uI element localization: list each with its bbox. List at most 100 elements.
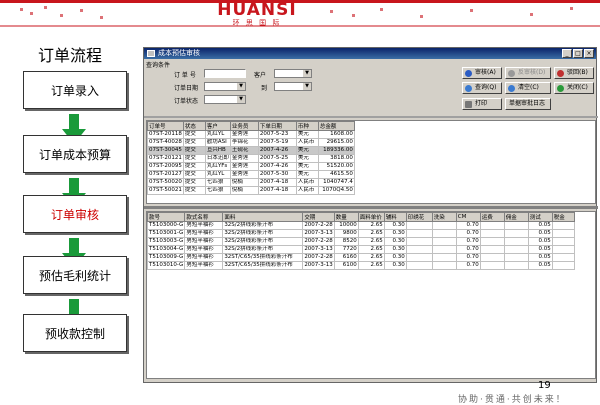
flow-step-gross-profit-estimate: 预估毛利统计 [23,256,127,294]
order-status-select[interactable]: ▼ [204,95,246,104]
table-row[interactable]: 07ST-30045 提交 亘兴HB 王砚花 2007-4-26 美元 189336.00 [147,146,355,155]
table-cell: 0.05 [527,245,553,254]
column-header[interactable]: 面料单价 [357,212,385,222]
table-row[interactable]: 07ST-20095 提交 丸红YFs 金秀莲 2007-4-26 美元 51520.00 [147,162,355,171]
reject-button[interactable]: 驳回(B) [554,67,594,79]
cost-estimate-review-window: 成本预估审核 _ □ × 查询条件 订 单 号 客户 ▼ 订单日期 ▼ 到 ▼ … [143,47,598,383]
flow-step-order-cost-budget: 订单成本预算 [23,135,127,173]
table-cell: 7720 [333,245,359,254]
column-header[interactable]: 辅料 [383,212,407,222]
table-cell: 1040747.4 [317,178,355,187]
window-title: 成本预估审核 [158,49,200,57]
close-button[interactable]: 关闭(C) [554,82,594,94]
maximize-button[interactable]: □ [573,49,583,58]
order-status-label: 订单状态 [174,98,199,105]
table-cell: 0.05 [527,253,553,262]
column-header[interactable]: 下单日期 [257,121,297,131]
order-date-to-select[interactable]: ▼ [274,82,312,91]
table-cell: 倪楠 [229,186,259,195]
table-cell: 0.30 [383,229,407,238]
table-cell: 32ST/C65/35拼线彩条汗布 [222,253,304,262]
column-header[interactable]: 税金 [551,212,575,222]
table-cell: 2.65 [357,237,385,246]
table-cell: 男短半袖衫 [184,253,224,262]
print-button[interactable]: 打印 [462,98,502,110]
column-header[interactable]: 数量 [333,212,359,222]
minimize-button[interactable]: _ [562,49,572,58]
table-cell: 2007-4-26 [257,146,297,155]
chevron-down-icon: ▼ [303,83,311,90]
table-row[interactable]: 07ST-20121 提交 日本迅即 金秀莲 2007-5-25 美元 3818.00 [147,154,355,163]
table-cell: 人民币 [295,138,319,147]
unapprove-button[interactable]: 反审核(D) [505,67,551,79]
chevron-down-icon: ▼ [303,70,311,77]
table-row[interactable]: 07ST-50020 提交 七匹狼 倪楠 2007-4-18 人民币 1040747.4 [147,178,355,187]
column-header[interactable]: 洗染 [431,212,457,222]
table-row[interactable]: 07ST-20118 提交 丸红YL 金秀莲 2007-5-23 美元 1608.00 [147,130,355,139]
column-header[interactable]: 总金额 [317,121,355,131]
column-header[interactable]: CM [455,212,481,222]
column-header[interactable]: 款号 [147,212,186,222]
table-row[interactable]: T5103009-G 男短半袖衫 32ST/C65/35拼线彩条汗布 2007-2-2… [147,253,575,262]
window-titlebar[interactable]: 成本预估审核 _ □ × [144,48,596,59]
table-cell [479,261,505,270]
table-cell: 6160 [333,253,359,262]
approve-button[interactable]: 审核(A) [462,67,502,79]
table-cell: T5103010-G [147,261,186,270]
table-cell: 2007-2-28 [302,237,335,246]
table-cell [479,221,505,230]
clear-button[interactable]: 清空(C) [505,82,551,94]
column-header[interactable]: 业务员 [229,121,259,131]
column-header[interactable]: 佣金 [503,212,529,222]
table-cell: 0.70 [455,253,481,262]
detail-grid[interactable]: 款号 款式名称 面料 交期 数量 面料单价 辅料 印绣花 洗染 CM 运费 佣金 测试 税金 T51030… [146,211,596,379]
flow-step-order-entry: 订单录入 [23,71,127,109]
table-cell: 0.70 [455,237,481,246]
table-cell: 0.05 [527,229,553,238]
table-row[interactable]: T5103000-G 男短半袖衫 32S/2拼线彩条汗布 2007-2-28 10000… [147,221,575,230]
close-window-button[interactable]: × [584,49,594,58]
column-header[interactable]: 款式名称 [184,212,224,222]
table-row[interactable]: T5103003-G 男短半袖衫 32S/2拼线彩条汗布 2007-2-28 8520 2… [147,237,575,246]
table-cell [551,229,575,238]
table-cell [503,229,529,238]
order-no-input[interactable] [204,69,246,78]
table-cell [405,261,433,270]
column-header[interactable]: 客户 [204,121,231,131]
column-header[interactable]: 订单号 [147,121,184,131]
table-row[interactable]: 07ST-20127 提交 丸红YL 金秀莲 2007-5-30 美元 4615.50 [147,170,355,179]
table-row[interactable]: 07ST-40028 提交 歡坊ASI 李锦花 2007-5-19 人民币 29615.00 [147,138,355,147]
column-header[interactable]: 测试 [527,212,553,222]
logo-text: HUANSI [217,0,297,20]
table-cell [551,221,575,230]
table-cell: 9800 [333,229,359,238]
orders-grid[interactable]: 订单号 状态 客户 业务员 下单日期 币种 总金额 07ST-20118 提交 丸红YL 金秀莲 2… [146,120,596,204]
table-cell: 歡坊ASI [204,138,231,147]
table-cell: 0.05 [527,237,553,246]
column-header[interactable]: 运费 [479,212,505,222]
table-row[interactable]: T5103001-G 男短半袖衫 32S/2拼线彩条汗布 2007-3-13 9800 2… [147,229,575,238]
approval-log-button[interactable]: 单据审批日志 [505,98,551,110]
table-cell: 0.05 [527,221,553,230]
table-cell: 美元 [295,170,319,179]
table-cell: 2007-5-23 [257,130,297,139]
table-row[interactable]: T5103010-G 男短半袖衫 32ST/C65/35拼线彩条汗布 2007-3-1… [147,261,575,270]
query-button[interactable]: 查询(Q) [462,82,502,94]
table-cell: 0.30 [383,237,407,246]
reject-icon [557,70,564,77]
column-header[interactable]: 交期 [302,212,335,222]
table-cell: 32S/2拼线彩条汗布 [222,221,304,230]
table-row[interactable]: 07ST-50021 提交 七匹狼 倪楠 2007-4-18 人民币 1070Q4.50 [147,186,355,195]
order-date-from-select[interactable]: ▼ [204,82,246,91]
column-header[interactable]: 面料 [222,212,304,222]
table-cell: 提交 [182,178,206,187]
column-header[interactable]: 状态 [182,121,206,131]
splitter[interactable] [144,206,598,209]
column-header[interactable]: 印绣花 [405,212,433,222]
column-header[interactable]: 币种 [295,121,319,131]
table-cell: 3818.00 [317,154,355,163]
table-row[interactable]: T5103004-G 男短半袖衫 32S/2拼线彩条汗布 2007-3-13 7720 2… [147,245,575,254]
customer-select[interactable]: ▼ [274,69,312,78]
flow-title: 订单流程 [38,46,103,65]
customer-label: 客户 [254,72,267,79]
